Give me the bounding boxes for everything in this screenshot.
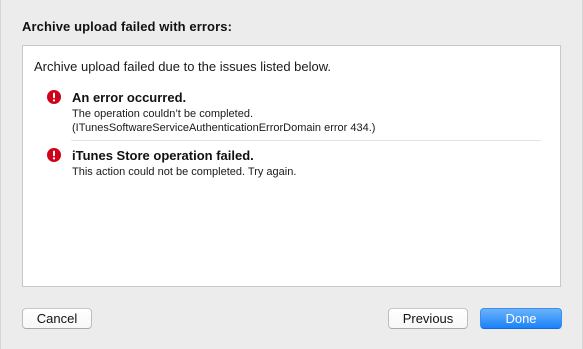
issue-detail: The operation couldn’t be completed. — [72, 108, 254, 120]
error-icon — [47, 90, 61, 104]
issue-title: An error occurred. — [72, 90, 187, 105]
error-icon — [47, 148, 61, 162]
cancel-button[interactable]: Cancel — [22, 308, 92, 329]
issue-detail: (ITunesSoftwareServiceAuthenticationErro… — [72, 122, 376, 134]
dialog-title: Archive upload failed with errors: — [22, 19, 232, 34]
issue-divider — [71, 140, 541, 141]
archive-upload-dialog: Archive upload failed with errors: Archi… — [0, 0, 583, 349]
done-button[interactable]: Done — [480, 308, 562, 329]
issue-detail: This action could not be completed. Try … — [72, 166, 297, 178]
previous-button[interactable]: Previous — [388, 308, 468, 329]
issues-panel: Archive upload failed due to the issues … — [22, 45, 561, 287]
summary-text: Archive upload failed due to the issues … — [34, 59, 332, 74]
issue-title: iTunes Store operation failed. — [72, 148, 254, 163]
